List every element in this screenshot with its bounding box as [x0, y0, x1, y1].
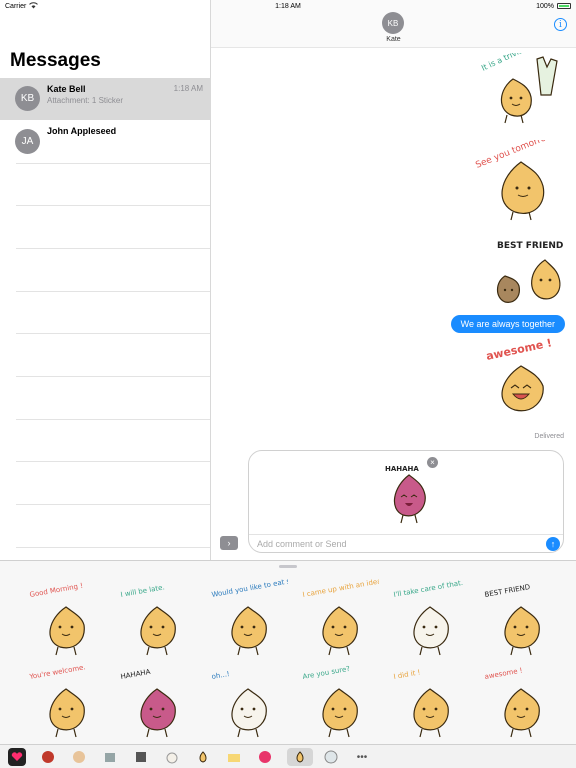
sticker-caption: I came up with an idea!!: [302, 579, 379, 599]
more-apps-icon[interactable]: •••: [353, 748, 371, 766]
heart-sticker-app-icon[interactable]: [8, 748, 26, 766]
sticker-app-icon[interactable]: [256, 748, 274, 766]
sticker-message[interactable]: It is a trivial matter: [477, 53, 569, 127]
sticker-app-icon[interactable]: [39, 748, 57, 766]
avatar: JA: [15, 129, 40, 154]
sticker-caption: awesome !: [484, 666, 523, 681]
sticker-message[interactable]: BEST FRIEND: [487, 236, 571, 308]
drawer-sticker[interactable]: I did it !: [390, 661, 470, 741]
sticker-caption: I will be late.: [120, 583, 165, 599]
send-button[interactable]: ↑: [546, 537, 560, 551]
compose-box[interactable]: × HAHAHA Add comment or Send ↑: [248, 450, 564, 553]
conversation-sidebar: Messages KB Kate Bell Attachment: 1 Stic…: [0, 0, 211, 560]
sticker-caption: Would you like to eat something...?: [211, 579, 288, 599]
drawer-sticker[interactable]: awesome !: [481, 661, 561, 741]
sticker-caption: BEST FRIEND: [484, 583, 531, 599]
divider: [16, 547, 210, 548]
sticker-app-icon[interactable]: [322, 748, 340, 766]
conversation-preview: Attachment: 1 Sticker: [47, 96, 124, 105]
conversation-time: 1:18 AM: [173, 84, 203, 93]
sticker-caption: BEST FRIEND: [497, 241, 563, 251]
divider: [249, 534, 563, 535]
divider: [16, 333, 210, 334]
delivered-label: Delivered: [534, 433, 564, 440]
sticker-caption: Good Morning !: [29, 582, 84, 599]
page-title: Messages: [10, 50, 101, 71]
sticker-caption: HAHAHA: [385, 465, 419, 473]
expand-apps-button[interactable]: ›: [220, 536, 238, 550]
contact-avatar[interactable]: KB: [382, 12, 404, 34]
divider: [16, 291, 210, 292]
conversation-kate-bell[interactable]: KB Kate Bell Attachment: 1 Sticker 1:18 …: [0, 78, 211, 120]
sticker-caption: HAHAHA: [120, 668, 151, 681]
drawer-sticker[interactable]: Would you like to eat something...?: [208, 570, 334, 659]
sticker-caption: Are you sure?: [302, 665, 351, 681]
sticker-app-icon[interactable]: [194, 748, 212, 766]
sticker-caption: You're welcome.: [28, 663, 86, 681]
conversation-name: John Appleseed: [47, 126, 117, 136]
sticker-caption: I did it !: [393, 668, 421, 681]
contact-name[interactable]: Kate: [211, 36, 576, 43]
sticker-caption: I'll take care of that.: [393, 579, 464, 599]
drawer-sticker[interactable]: You're welcome.: [26, 661, 106, 741]
drawer-sticker[interactable]: I came up with an idea!!: [299, 576, 388, 659]
battery-icon: [557, 3, 571, 9]
message-bubble[interactable]: We are always together: [450, 315, 565, 333]
divider: [16, 248, 210, 249]
sticker-caption: awesome !: [485, 338, 553, 363]
chat-pane: KB Kate i It is a trivial matter See you…: [211, 0, 576, 560]
status-bar: Carrier 1:18 AM 100%: [0, 0, 576, 12]
sticker-message[interactable]: See you tomorrow.: [473, 140, 569, 224]
comment-input[interactable]: Add comment or Send: [257, 539, 347, 549]
sticker-message[interactable]: awesome !: [481, 338, 561, 418]
drawer-sticker[interactable]: oh...!: [208, 661, 288, 741]
divider: [16, 419, 210, 420]
conversation-john-appleseed[interactable]: JA John Appleseed: [0, 120, 211, 162]
avatar: KB: [15, 86, 40, 111]
onion-sticker-app-icon[interactable]: [287, 748, 313, 766]
pending-sticker[interactable]: HAHAHA: [379, 459, 439, 536]
divider: [16, 461, 210, 462]
sticker-app-icon[interactable]: [70, 748, 88, 766]
conversation-name: Kate Bell: [47, 84, 86, 94]
sticker-app-icon[interactable]: [101, 748, 119, 766]
divider: [16, 376, 210, 377]
sticker-app-icon[interactable]: [225, 748, 243, 766]
divider: [16, 504, 210, 505]
sticker-app-icon[interactable]: [132, 748, 150, 766]
drawer-sticker[interactable]: I'll take care of that.: [390, 579, 470, 659]
sticker-drawer: Good Morning ! I will be late. Would you l…: [0, 560, 576, 768]
sticker-caption: oh...!: [211, 670, 230, 681]
drawer-sticker[interactable]: Are you sure?: [299, 661, 379, 741]
drawer-grabber[interactable]: [279, 565, 297, 568]
drawer-sticker[interactable]: BEST FRIEND: [481, 579, 561, 659]
info-icon[interactable]: i: [554, 18, 567, 31]
divider: [16, 163, 210, 164]
drawer-sticker[interactable]: HAHAHA: [117, 661, 197, 741]
drawer-sticker[interactable]: I will be late.: [117, 579, 197, 659]
app-dock: •••: [0, 744, 576, 768]
sticker-app-icon[interactable]: [163, 748, 181, 766]
drawer-sticker[interactable]: Good Morning !: [26, 579, 106, 659]
divider: [16, 205, 210, 206]
clock: 1:18 AM: [275, 2, 301, 10]
